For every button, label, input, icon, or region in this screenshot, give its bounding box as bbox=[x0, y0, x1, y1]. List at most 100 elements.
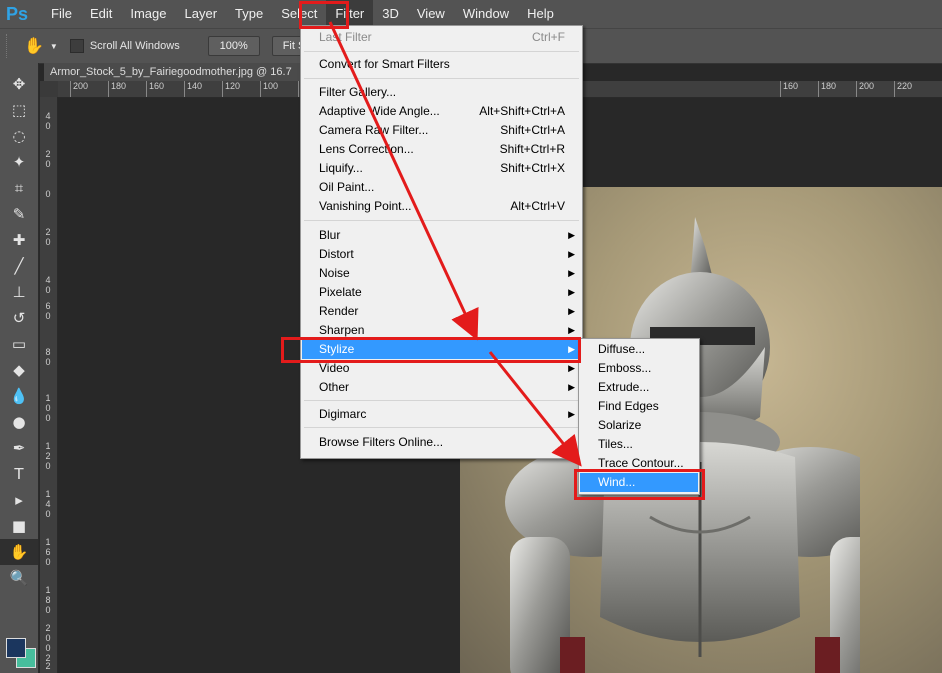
ruler-tick: 0 bbox=[45, 285, 51, 295]
brush-tool-icon[interactable]: ╱ bbox=[0, 253, 38, 279]
ruler-tick: 6 bbox=[45, 301, 51, 311]
ruler-origin[interactable] bbox=[40, 81, 58, 97]
menu-separator bbox=[304, 427, 579, 428]
menu-item-vanishing-point[interactable]: Vanishing Point... Alt+Ctrl+V bbox=[302, 197, 581, 216]
ruler-tick: 160 bbox=[780, 81, 798, 97]
ruler-tick: 200 bbox=[856, 81, 874, 97]
menu-help[interactable]: Help bbox=[518, 0, 563, 28]
submenu-item-solarize[interactable]: Solarize bbox=[580, 416, 698, 435]
ruler-tick: 2 bbox=[45, 623, 51, 633]
eraser-tool-icon[interactable]: ▭ bbox=[0, 331, 38, 357]
menu-item-other[interactable]: Other ▶ bbox=[302, 378, 581, 397]
menu-file[interactable]: File bbox=[42, 0, 81, 28]
ruler-tick: 0 bbox=[45, 633, 51, 643]
history-brush-tool-icon[interactable]: ↺ bbox=[0, 305, 38, 331]
submenu-item-diffuse[interactable]: Diffuse... bbox=[580, 340, 698, 359]
annotation-box-wind bbox=[574, 469, 705, 500]
submenu-arrow-icon: ▶ bbox=[568, 306, 575, 316]
menu-view[interactable]: View bbox=[408, 0, 454, 28]
paint-bucket-tool-icon[interactable]: ◆ bbox=[0, 357, 38, 383]
menu-item-last-filter[interactable]: Last Filter Ctrl+F bbox=[302, 28, 581, 47]
submenu-item-tiles[interactable]: Tiles... bbox=[580, 435, 698, 454]
ruler-tick: 0 bbox=[45, 237, 51, 247]
menu-item-oil-paint[interactable]: Oil Paint... bbox=[302, 178, 581, 197]
ruler-tick: 4 bbox=[45, 111, 51, 121]
ruler-tick: 2 bbox=[45, 451, 51, 461]
menu-window[interactable]: Window bbox=[454, 0, 518, 28]
menu-item-convert-smart-filters[interactable]: Convert for Smart Filters bbox=[302, 55, 581, 74]
tool-preset-chevron-icon[interactable]: ▼ bbox=[50, 42, 58, 51]
menu-item-blur[interactable]: Blur ▶ bbox=[302, 226, 581, 245]
ruler-tick: 120 bbox=[222, 81, 240, 97]
ruler-tick: 180 bbox=[818, 81, 836, 97]
menu-item-digimarc[interactable]: Digimarc ▶ bbox=[302, 405, 581, 424]
zoom-100-button[interactable]: 100% bbox=[207, 36, 260, 56]
menu-item-render[interactable]: Render ▶ bbox=[302, 302, 581, 321]
ruler-tick: 1 bbox=[45, 585, 51, 595]
ruler-tick: 0 bbox=[45, 509, 51, 519]
ruler-tick: 0 bbox=[45, 403, 51, 413]
ruler-tick: 8 bbox=[45, 595, 51, 605]
marquee-tool-icon[interactable]: ⬚ bbox=[0, 97, 38, 123]
type-tool-icon[interactable]: T bbox=[0, 461, 38, 487]
menu-image[interactable]: Image bbox=[121, 0, 175, 28]
scroll-all-windows-label: Scroll All Windows bbox=[89, 40, 180, 52]
magic-wand-tool-icon[interactable]: ✦ bbox=[0, 149, 38, 175]
menu-item-adaptive-wide-angle[interactable]: Adaptive Wide Angle... Alt+Shift+Ctrl+A bbox=[302, 102, 581, 121]
tools-panel-header bbox=[0, 63, 38, 71]
foreground-color-swatch[interactable] bbox=[6, 638, 26, 658]
menu-separator bbox=[304, 220, 579, 221]
move-tool-icon[interactable]: ✥ bbox=[0, 71, 38, 97]
ruler-tick: 1 bbox=[45, 441, 51, 451]
ruler-tick: 200 bbox=[70, 81, 88, 97]
ruler-tick: 4 bbox=[45, 499, 51, 509]
pen-tool-icon[interactable]: ✒ bbox=[0, 435, 38, 461]
ruler-tick: 180 bbox=[108, 81, 126, 97]
submenu-item-find-edges[interactable]: Find Edges bbox=[580, 397, 698, 416]
ruler-tick: 0 bbox=[45, 643, 51, 653]
menu-separator bbox=[304, 400, 579, 401]
lasso-tool-icon[interactable]: ◌ bbox=[0, 123, 38, 149]
menu-item-browse-filters-online[interactable]: Browse Filters Online... bbox=[302, 433, 581, 452]
menu-edit[interactable]: Edit bbox=[81, 0, 121, 28]
submenu-arrow-icon: ▶ bbox=[568, 382, 575, 392]
menu-item-noise[interactable]: Noise ▶ bbox=[302, 264, 581, 283]
healing-brush-tool-icon[interactable]: ✚ bbox=[0, 227, 38, 253]
path-selection-tool-icon[interactable]: ▸ bbox=[0, 487, 38, 513]
clone-stamp-tool-icon[interactable]: ⊥ bbox=[0, 279, 38, 305]
ruler-tick: 0 bbox=[45, 189, 51, 199]
dodge-tool-icon[interactable]: ● bbox=[0, 409, 38, 435]
menu-type[interactable]: Type bbox=[226, 0, 272, 28]
submenu-item-extrude[interactable]: Extrude... bbox=[580, 378, 698, 397]
eyedropper-tool-icon[interactable]: ✎ bbox=[0, 201, 38, 227]
tools-panel: ✥ ⬚ ◌ ✦ ⌗ ✎ ✚ ╱ ⊥ ↺ ▭ ◆ 💧 ● ✒ T ▸ ■ ✋ 🔍 bbox=[0, 63, 39, 673]
menu-layer[interactable]: Layer bbox=[176, 0, 227, 28]
document-tab[interactable]: Armor_Stock_5_by_Fairiegoodmother.jpg @ … bbox=[44, 63, 308, 81]
annotation-box-stylize bbox=[281, 337, 581, 363]
menu-item-distort[interactable]: Distort ▶ bbox=[302, 245, 581, 264]
menu-item-liquify[interactable]: Liquify... Shift+Ctrl+X bbox=[302, 159, 581, 178]
submenu-arrow-icon: ▶ bbox=[568, 409, 575, 419]
menu-item-filter-gallery[interactable]: Filter Gallery... bbox=[302, 83, 581, 102]
menu-separator bbox=[304, 78, 579, 79]
vertical-ruler[interactable]: 4 0 2 0 0 2 0 4 0 6 0 8 0 1 0 0 1 2 0 1 … bbox=[40, 97, 58, 673]
hand-icon[interactable]: ✋ bbox=[24, 36, 44, 56]
crop-tool-icon[interactable]: ⌗ bbox=[0, 175, 38, 201]
zoom-tool-icon[interactable]: 🔍 bbox=[0, 565, 38, 591]
ruler-tick: 2 bbox=[45, 661, 51, 671]
hand-tool-icon[interactable]: ✋ bbox=[0, 539, 38, 565]
ruler-tick: 0 bbox=[45, 605, 51, 615]
scroll-all-windows-checkbox[interactable] bbox=[69, 39, 84, 53]
menu-3d[interactable]: 3D bbox=[373, 0, 408, 28]
options-grip bbox=[6, 34, 10, 58]
menu-item-pixelate[interactable]: Pixelate ▶ bbox=[302, 283, 581, 302]
submenu-item-emboss[interactable]: Emboss... bbox=[580, 359, 698, 378]
ruler-tick: 0 bbox=[45, 461, 51, 471]
blur-tool-icon[interactable]: 💧 bbox=[0, 383, 38, 409]
menu-bar: Ps File Edit Image Layer Type Select Fil… bbox=[0, 0, 942, 28]
menu-item-camera-raw-filter[interactable]: Camera Raw Filter... Shift+Ctrl+A bbox=[302, 121, 581, 140]
annotation-box-filter bbox=[299, 1, 349, 29]
ruler-tick: 1 bbox=[45, 489, 51, 499]
rectangle-tool-icon[interactable]: ■ bbox=[0, 513, 38, 539]
menu-item-lens-correction[interactable]: Lens Correction... Shift+Ctrl+R bbox=[302, 140, 581, 159]
